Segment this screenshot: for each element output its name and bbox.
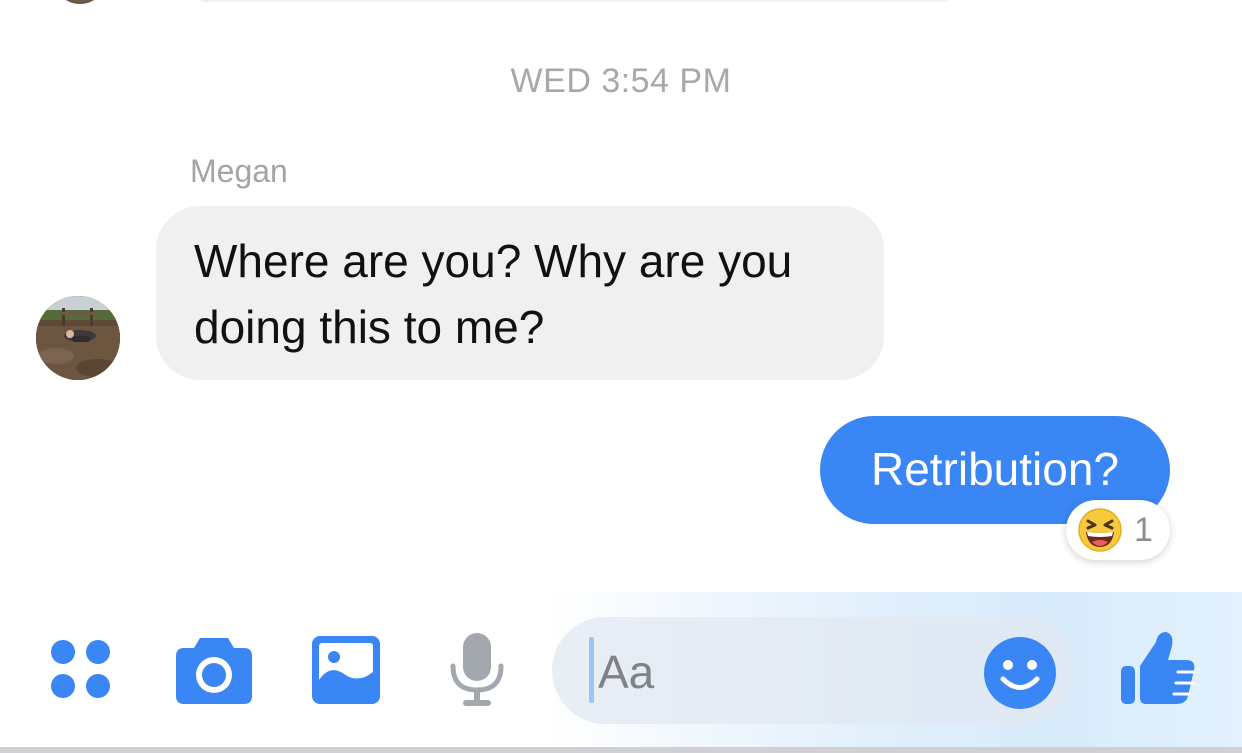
message-timestamp: WED 3:54 PM: [510, 62, 732, 100]
outgoing-message-text: Retribution?: [870, 443, 1120, 495]
sender-name: Megan: [190, 153, 288, 189]
message-reaction-badge[interactable]: 1: [1066, 500, 1170, 560]
smiley-icon[interactable]: [983, 636, 1057, 710]
avatar-photo: [36, 296, 120, 380]
text-caret: [589, 637, 594, 703]
microphone-icon[interactable]: [446, 630, 508, 710]
incoming-message-text: Where are you? Why are you doing this to…: [194, 235, 793, 353]
incoming-message-bubble[interactable]: Where are you? Why are you doing this to…: [156, 206, 884, 380]
thumbs-up-icon[interactable]: [1118, 628, 1198, 708]
messenger-conversation-screen: WED 3:54 PM Megan Where are you? Why are…: [0, 0, 1242, 753]
reaction-count: 1: [1134, 511, 1153, 549]
laughing-face-icon: [1078, 508, 1122, 552]
sender-avatar[interactable]: [36, 296, 120, 380]
previous-message-bubble[interactable]: [186, 0, 962, 2]
bottom-divider: [0, 747, 1242, 753]
message-input-placeholder: Aa: [598, 646, 655, 698]
apps-icon[interactable]: [48, 638, 114, 704]
photo-gallery-icon[interactable]: [310, 634, 382, 706]
camera-icon[interactable]: [174, 634, 254, 706]
previous-sender-avatar[interactable]: [58, 0, 102, 4]
